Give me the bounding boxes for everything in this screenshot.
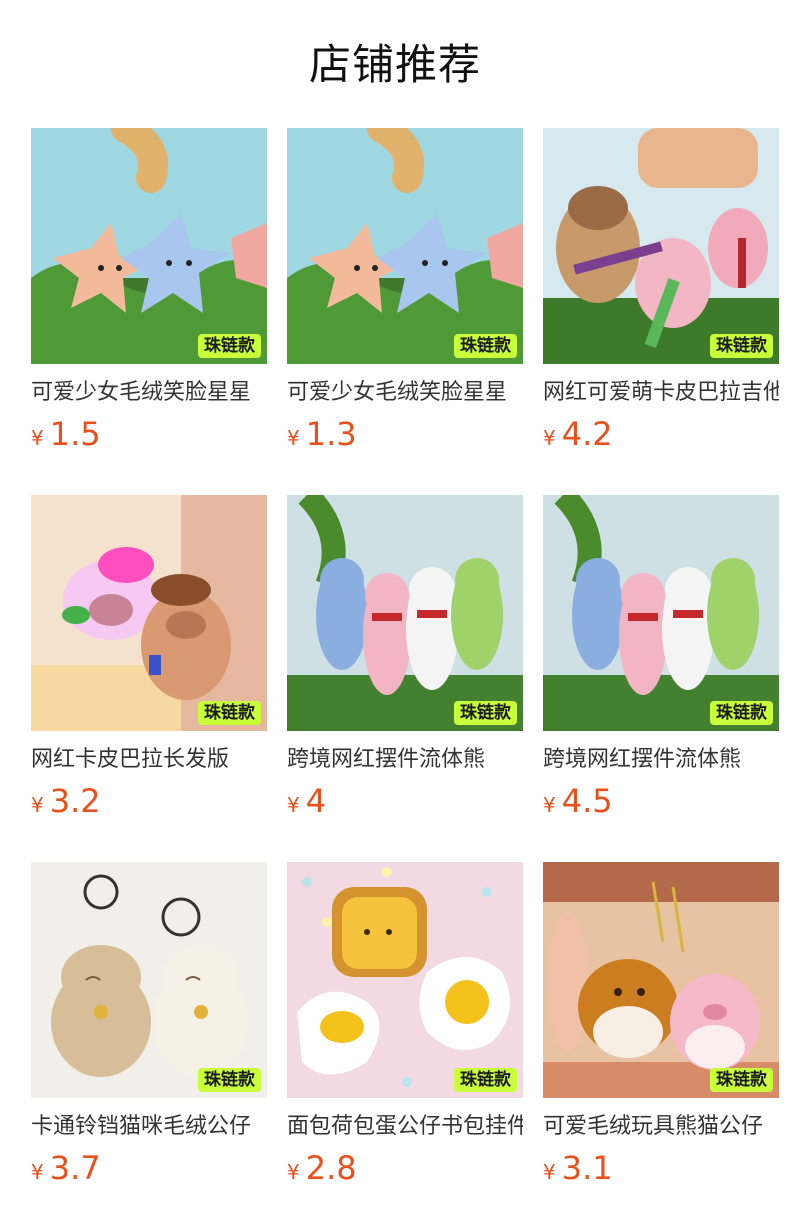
- product-card[interactable]: 珠链款 面包荷包蛋公仔书包挂件 ¥2.8: [287, 862, 523, 1229]
- currency-symbol: ¥: [287, 426, 300, 450]
- product-card[interactable]: 珠链款 跨境网红摆件流体熊 ¥4.5: [543, 495, 779, 862]
- product-photo: [543, 495, 779, 731]
- product-image[interactable]: 珠链款: [543, 495, 779, 731]
- currency-symbol: ¥: [543, 1160, 556, 1184]
- price-value: 4: [305, 782, 327, 820]
- price-value: 1.3: [305, 415, 357, 453]
- product-photo: [31, 862, 267, 1098]
- product-card[interactable]: 珠链款 可爱毛绒玩具熊猫公仔 ¥3.1: [543, 862, 779, 1229]
- product-price: ¥4: [287, 783, 523, 825]
- bead-chain-badge: 珠链款: [198, 334, 261, 358]
- product-image[interactable]: 珠链款: [287, 495, 523, 731]
- product-image[interactable]: 珠链款: [31, 128, 267, 364]
- product-price: ¥3.1: [543, 1150, 779, 1192]
- product-name[interactable]: 可爱少女毛绒笑脸星星: [31, 378, 267, 408]
- product-image[interactable]: 珠链款: [287, 128, 523, 364]
- bead-chain-badge: 珠链款: [710, 1068, 773, 1092]
- bead-chain-badge: 珠链款: [710, 334, 773, 358]
- product-name[interactable]: 网红可爱萌卡皮巴拉吉他: [543, 378, 779, 408]
- bead-chain-badge: 珠链款: [710, 701, 773, 725]
- currency-symbol: ¥: [31, 793, 44, 817]
- product-price: ¥3.2: [31, 783, 267, 825]
- product-photo: [31, 128, 267, 364]
- page-title: 店铺推荐: [308, 40, 481, 89]
- product-price: ¥4.2: [543, 416, 779, 458]
- product-name[interactable]: 可爱少女毛绒笑脸星星: [287, 378, 523, 408]
- product-grid: 珠链款 可爱少女毛绒笑脸星星 ¥1.5 珠链款 可爱少女毛绒笑脸星星 ¥1.3 …: [31, 128, 779, 1229]
- bead-chain-badge: 珠链款: [198, 701, 261, 725]
- product-photo: [287, 128, 523, 364]
- product-photo: [543, 128, 779, 364]
- product-image[interactable]: 珠链款: [543, 862, 779, 1098]
- currency-symbol: ¥: [287, 793, 300, 817]
- price-value: 1.5: [49, 415, 101, 453]
- product-card[interactable]: 珠链款 网红可爱萌卡皮巴拉吉他 ¥4.2: [543, 128, 779, 495]
- product-price: ¥2.8: [287, 1150, 523, 1192]
- product-photo: [543, 862, 779, 1098]
- product-name[interactable]: 卡通铃铛猫咪毛绒公仔: [31, 1112, 267, 1142]
- product-card[interactable]: 珠链款 网红卡皮巴拉长发版 ¥3.2: [31, 495, 267, 862]
- product-name[interactable]: 可爱毛绒玩具熊猫公仔: [543, 1112, 779, 1142]
- product-name[interactable]: 面包荷包蛋公仔书包挂件: [287, 1112, 523, 1142]
- price-value: 3.2: [49, 782, 101, 820]
- currency-symbol: ¥: [31, 426, 44, 450]
- product-price: ¥1.5: [31, 416, 267, 458]
- price-value: 3.7: [49, 1149, 101, 1187]
- product-price: ¥3.7: [31, 1150, 267, 1192]
- product-image[interactable]: 珠链款: [543, 128, 779, 364]
- currency-symbol: ¥: [543, 793, 556, 817]
- product-card[interactable]: 珠链款 可爱少女毛绒笑脸星星 ¥1.5: [31, 128, 267, 495]
- product-name[interactable]: 网红卡皮巴拉长发版: [31, 745, 267, 775]
- product-card[interactable]: 珠链款 可爱少女毛绒笑脸星星 ¥1.3: [287, 128, 523, 495]
- product-image[interactable]: 珠链款: [31, 495, 267, 731]
- bead-chain-badge: 珠链款: [454, 334, 517, 358]
- bead-chain-badge: 珠链款: [454, 701, 517, 725]
- product-price: ¥4.5: [543, 783, 779, 825]
- product-name[interactable]: 跨境网红摆件流体熊: [287, 745, 523, 775]
- currency-symbol: ¥: [287, 1160, 300, 1184]
- product-card[interactable]: 珠链款 卡通铃铛猫咪毛绒公仔 ¥3.7: [31, 862, 267, 1229]
- product-image[interactable]: 珠链款: [287, 862, 523, 1098]
- bead-chain-badge: 珠链款: [454, 1068, 517, 1092]
- product-photo: [287, 495, 523, 731]
- product-image[interactable]: 珠链款: [31, 862, 267, 1098]
- currency-symbol: ¥: [31, 1160, 44, 1184]
- currency-symbol: ¥: [543, 426, 556, 450]
- bead-chain-badge: 珠链款: [198, 1068, 261, 1092]
- price-value: 2.8: [305, 1149, 357, 1187]
- price-value: 4.2: [561, 415, 613, 453]
- price-value: 3.1: [561, 1149, 613, 1187]
- product-photo: [287, 862, 523, 1098]
- product-price: ¥1.3: [287, 416, 523, 458]
- price-value: 4.5: [561, 782, 613, 820]
- product-card[interactable]: 珠链款 跨境网红摆件流体熊 ¥4: [287, 495, 523, 862]
- product-photo: [31, 495, 267, 731]
- product-name[interactable]: 跨境网红摆件流体熊: [543, 745, 779, 775]
